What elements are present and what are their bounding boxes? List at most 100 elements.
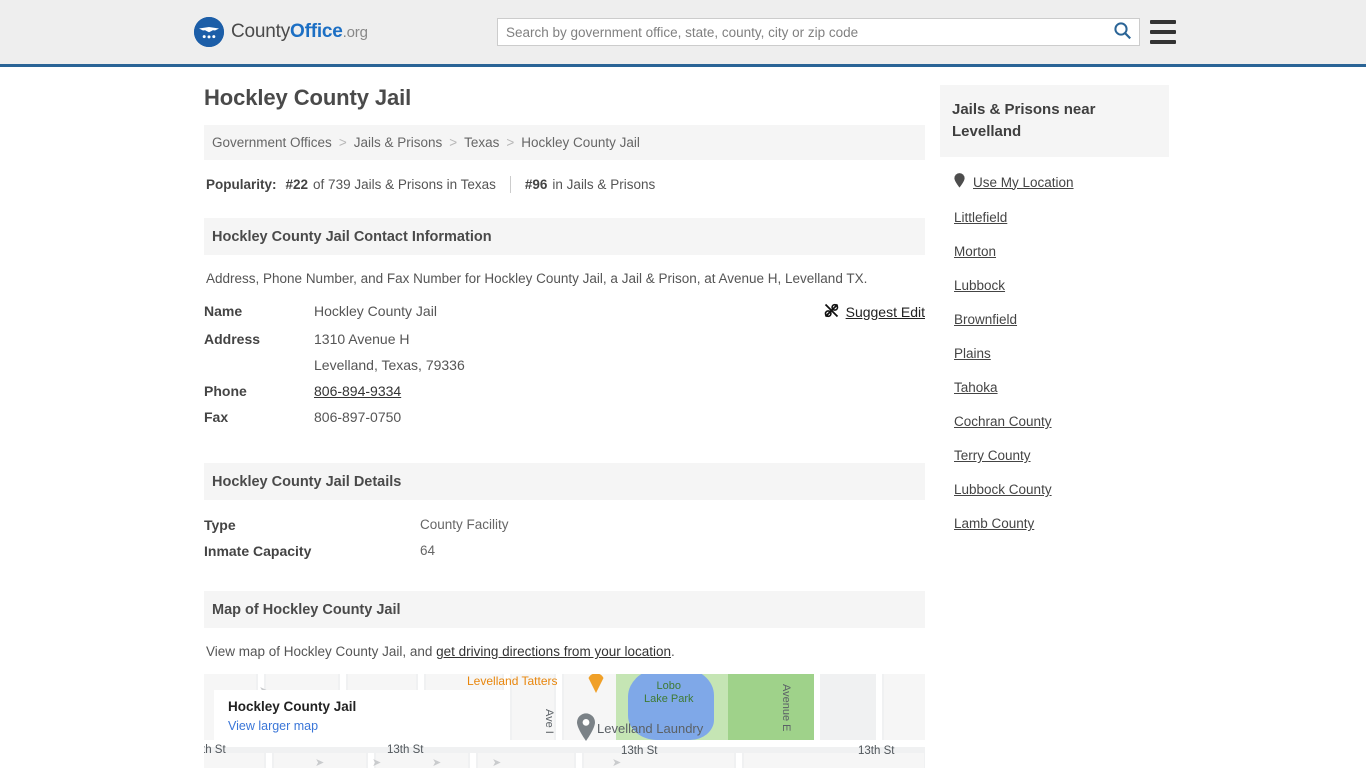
contact-key-phone: Phone [204,383,247,399]
search-icon [1113,21,1132,43]
map-label-levelland-laundry: Levelland Laundry [597,721,704,736]
breadcrumb-item-current: Hockley County Jail [521,135,640,150]
map-marker-icon[interactable] [575,712,595,741]
contact-value-address-line2: Levelland, Texas, 79336 [314,357,465,373]
table-row: Phone 806-894-9334 [204,378,925,404]
hamburger-menu-button[interactable] [1150,20,1176,44]
sidebar-item-morton[interactable]: Morton [940,234,1169,268]
contact-key-fax: Fax [204,409,229,425]
popularity-label: Popularity: [206,177,277,192]
sidebar-item-littlefield[interactable]: Littlefield [940,200,1169,234]
map-section-description: View map of Hockley County Jail, and get… [204,628,925,659]
contact-key-blank [204,352,314,378]
map-label-park-line2: Lake Park [644,693,694,705]
contact-value-address-line1: 1310 Avenue H [314,331,410,347]
map-label-ave-i: Ave I [543,709,555,734]
contact-section-description: Address, Phone Number, and Fax Number fo… [206,271,868,286]
use-my-location-label: Use My Location [973,174,1074,190]
popularity-divider [509,176,511,193]
details-value-type: County Facility [420,517,509,532]
list-item: Littlefield [940,200,1169,234]
contact-key-name: Name [204,303,243,319]
phone-number-link[interactable]: 806-894-9334 [314,383,401,399]
breadcrumb-item-texas[interactable]: Texas [464,135,499,150]
map-poi-marker-icon [587,674,605,699]
sidebar: Jails & Prisons near Levelland Use My Lo… [940,85,1169,540]
suggest-edit-icon [824,303,839,321]
sidebar-item-tahoka[interactable]: Tahoka [940,370,1169,404]
details-value-inmate-capacity: 64 [420,543,436,558]
breadcrumb-item-jails-prisons[interactable]: Jails & Prisons [354,135,443,150]
list-item: Terry County [940,438,1169,472]
sidebar-item-use-my-location[interactable]: Use My Location [940,163,1169,200]
sidebar-item-label: Plains [954,346,991,361]
suggest-edit-button[interactable]: Suggest Edit [824,303,925,321]
map-label-13th-st-left: th St [204,744,226,756]
sidebar-item-brownfield[interactable]: Brownfield [940,302,1169,336]
suggest-edit-cell: Suggest Edit [649,298,925,326]
table-row: Type County Facility [204,512,925,538]
list-item: Plains [940,336,1169,370]
map-direction-arrow-icon: ➤ [315,757,325,768]
breadcrumb: Government Offices > Jails & Prisons > T… [204,125,925,160]
table-row: Name Hockley County Jail Suggest Edit [204,298,925,326]
sidebar-list: Use My Location Littlefield Morton Lubbo… [940,157,1169,540]
map-direction-arrow-icon: ➤ [372,757,382,768]
table-row: Levelland, Texas, 79336 [204,352,925,378]
sidebar-item-plains[interactable]: Plains [940,336,1169,370]
menu-bar-3 [1150,40,1176,44]
list-item: Morton [940,234,1169,268]
contact-value-fax: 806-897-0750 [314,409,402,425]
map-label-13th-st-mid-1: 13th St [387,744,424,756]
view-larger-map-link[interactable]: View larger map [228,719,318,733]
popularity-state-rank: #22 [285,177,309,192]
driving-directions-link[interactable]: get driving directions from your locatio… [436,644,671,659]
list-item: Lubbock [940,268,1169,302]
map-label-13th-st-right: 13th St [858,745,895,757]
breadcrumb-item-government-offices[interactable]: Government Offices [212,135,332,150]
sidebar-item-terry-county[interactable]: Terry County [940,438,1169,472]
sidebar-item-label: Lubbock [954,278,1006,293]
table-row: Inmate Capacity 64 [204,538,925,564]
brand-part-county: County [231,21,291,42]
popularity-row: Popularity: #22 of 739 Jails & Prisons i… [204,168,925,193]
search-bar[interactable] [497,18,1140,46]
map-embed[interactable]: Levelland Tatters Lobo Lake Park Ave I A… [204,674,925,768]
sidebar-item-label: Morton [954,244,997,259]
popularity-national-text: in Jails & Prisons [552,177,656,192]
details-key-type: Type [204,517,236,533]
table-row: Address 1310 Avenue H [204,326,925,352]
map-label-avenue-e: Avenue E [780,684,792,732]
sidebar-item-lamb-county[interactable]: Lamb County [940,506,1169,540]
search-input[interactable] [498,19,1105,45]
brand-part-org: .org [342,24,368,41]
list-item: Use My Location [940,163,1169,200]
site-logo-link[interactable]: CountyOffice.org [194,17,368,47]
contact-value-name: Hockley County Jail [314,303,437,319]
map-direction-arrow-icon: ➤ [432,757,442,768]
menu-bar-2 [1150,30,1176,34]
map-label-lobo-lake-park: Lobo Lake Park [644,680,694,706]
sidebar-item-label: Lamb County [954,516,1035,531]
map-direction-arrow-icon: ➤ [492,757,502,768]
contact-section-heading: Hockley County Jail Contact Information [204,218,925,255]
breadcrumb-separator-icon: > [338,135,347,150]
map-label-park-line1: Lobo [656,680,681,692]
page-title: Hockley County Jail [204,85,412,110]
table-row: Fax 806-897-0750 [204,404,925,430]
sidebar-item-label: Lubbock County [954,482,1052,497]
list-item: Tahoka [940,370,1169,404]
list-item: Lubbock County [940,472,1169,506]
search-button[interactable] [1105,19,1139,45]
sidebar-item-lubbock-county[interactable]: Lubbock County [940,472,1169,506]
sidebar-item-cochran-county[interactable]: Cochran County [940,404,1169,438]
map-section-heading: Map of Hockley County Jail [204,591,925,628]
main-content: Hockley County Jail Government Offices >… [204,85,925,768]
map-description-suffix: . [670,644,675,659]
sidebar-item-lubbock[interactable]: Lubbock [940,268,1169,302]
breadcrumb-separator-icon: > [449,135,458,150]
menu-bar-1 [1150,20,1176,24]
map-direction-arrow-icon: ➤ [612,757,622,768]
eagle-shield-logo-icon [194,17,224,47]
list-item: Lamb County [940,506,1169,540]
